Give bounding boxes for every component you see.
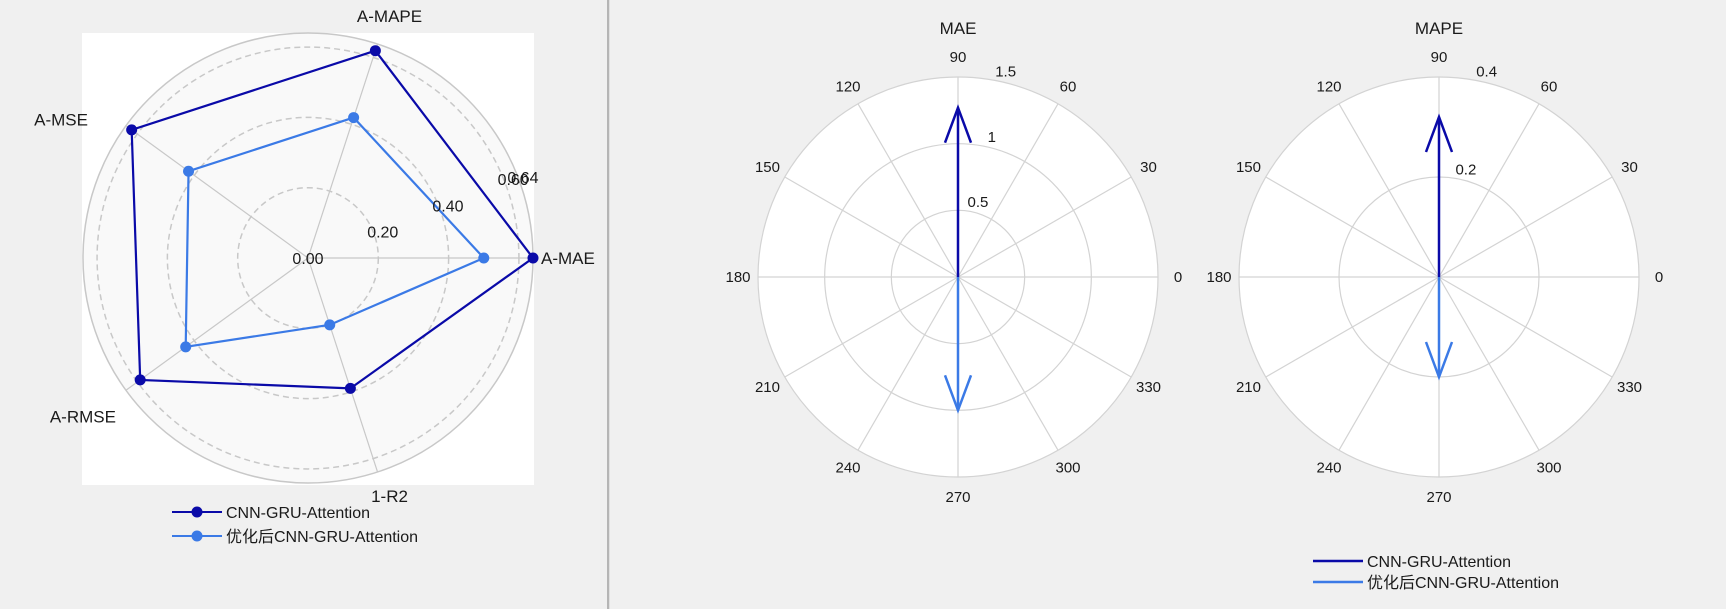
compass-angle-tick-label: 180: [1206, 269, 1231, 286]
compass-radial-tick-label: 0.5: [968, 194, 989, 211]
compass-angle-tick-label: 240: [835, 460, 860, 477]
radar-axis-label: A-MAPE: [357, 7, 422, 26]
legend-label-series2: 优化后CNN-GRU-Attention: [226, 528, 418, 546]
compass-angle-tick-label: 60: [1060, 78, 1077, 95]
radar-axis-label: 1-R2: [371, 487, 408, 506]
compass-angle-tick-label: 330: [1617, 379, 1642, 396]
compass-title: MAE: [940, 19, 977, 38]
radar-radial-tick-label: 0.00: [292, 251, 323, 268]
radar-legend: CNN-GRU-Attention 优化后CNN-GRU-Attention: [172, 505, 418, 546]
legend-label-series1: CNN-GRU-Attention: [226, 505, 370, 522]
radar-point: [134, 374, 146, 386]
legend-marker-series1: [191, 506, 203, 518]
compass-chart-mape: 0 30 60 90 120 150 180 210 240 270 300 330 0.2 0.4 MAP…: [1206, 19, 1663, 506]
compass-radial-tick-label: 0.4: [1476, 64, 1497, 81]
radar-rmax-label: 0.64: [507, 170, 538, 187]
radar-point: [369, 45, 381, 57]
compass-radial-tick-label: 1.5: [995, 64, 1016, 81]
compass-legend: CNN-GRU-Attention 优化后CNN-GRU-Attention: [1313, 554, 1559, 592]
radar-point: [324, 319, 336, 331]
compass-angle-tick-label: 30: [1621, 159, 1638, 176]
compass-angle-tick-label: 180: [725, 269, 750, 286]
compass-angle-tick-label: 0: [1655, 269, 1663, 286]
radar-point: [183, 165, 195, 177]
radar-point: [527, 252, 539, 264]
compass-angle-tick-label: 240: [1316, 460, 1341, 477]
compass-angle-tick-label: 270: [1426, 489, 1451, 506]
compass-angle-tick-label: 150: [1236, 159, 1261, 176]
compass-angle-tick-label: 30: [1140, 159, 1157, 176]
radar-radial-tick-label: 0.20: [367, 225, 398, 242]
compass-angle-tick-label: 270: [945, 489, 970, 506]
compass-angle-tick-label: 90: [1431, 49, 1448, 66]
compass-panel: 0 30 60 90 120 150 180 210 240 270 300 330 0.5 1 1.5 MA…: [610, 0, 1726, 609]
compass-angle-tick-label: 60: [1541, 78, 1558, 95]
compass-legend-label-series2: 优化后CNN-GRU-Attention: [1367, 574, 1559, 592]
compass-radial-tick-label: 1: [988, 129, 996, 146]
compass-legend-label-series1: CNN-GRU-Attention: [1367, 554, 1511, 571]
radar-radial-tick-label: 0.40: [432, 198, 463, 215]
radar-point: [478, 252, 490, 264]
compass-angle-tick-label: 330: [1136, 379, 1161, 396]
compass-chart-mae: 0 30 60 90 120 150 180 210 240 270 300 330 0.5 1 1.5 MA…: [725, 19, 1182, 506]
radar-point: [348, 112, 360, 124]
compass-angle-tick-label: 90: [950, 49, 967, 66]
compass-radial-tick-label: 0.2: [1455, 161, 1476, 178]
radar-point: [180, 341, 192, 353]
compass-charts: 03060901201501802102402703003300.511.5MA…: [725, 19, 1663, 592]
radar-axis-label: A-RMSE: [50, 407, 116, 426]
compass-angle-tick-label: 300: [1536, 460, 1561, 477]
radar-axis-label: A-MSE: [34, 111, 88, 130]
compass-angle-tick-label: 210: [1236, 379, 1261, 396]
radar-panel: 0.00 0.20 0.40 0.60 0.64 A-MAE A-MAPE A-MSE A-RM…: [0, 0, 607, 609]
compass-angle-tick-label: 120: [835, 78, 860, 95]
radar-point: [344, 382, 356, 394]
radar-chart: 0.000.200.400.600.64A-MAEA-MAPEA-MSEA-RM…: [34, 7, 595, 546]
legend-marker-series2: [191, 530, 203, 542]
compass-title: MAPE: [1415, 19, 1463, 38]
compass-angle-tick-label: 150: [755, 159, 780, 176]
compass-angle-tick-label: 0: [1174, 269, 1182, 286]
compass-angle-tick-label: 120: [1316, 78, 1341, 95]
compass-angle-tick-label: 300: [1055, 460, 1080, 477]
compass-angle-tick-label: 210: [755, 379, 780, 396]
radar-point: [126, 124, 138, 136]
radar-axis-label: A-MAE: [541, 249, 595, 268]
